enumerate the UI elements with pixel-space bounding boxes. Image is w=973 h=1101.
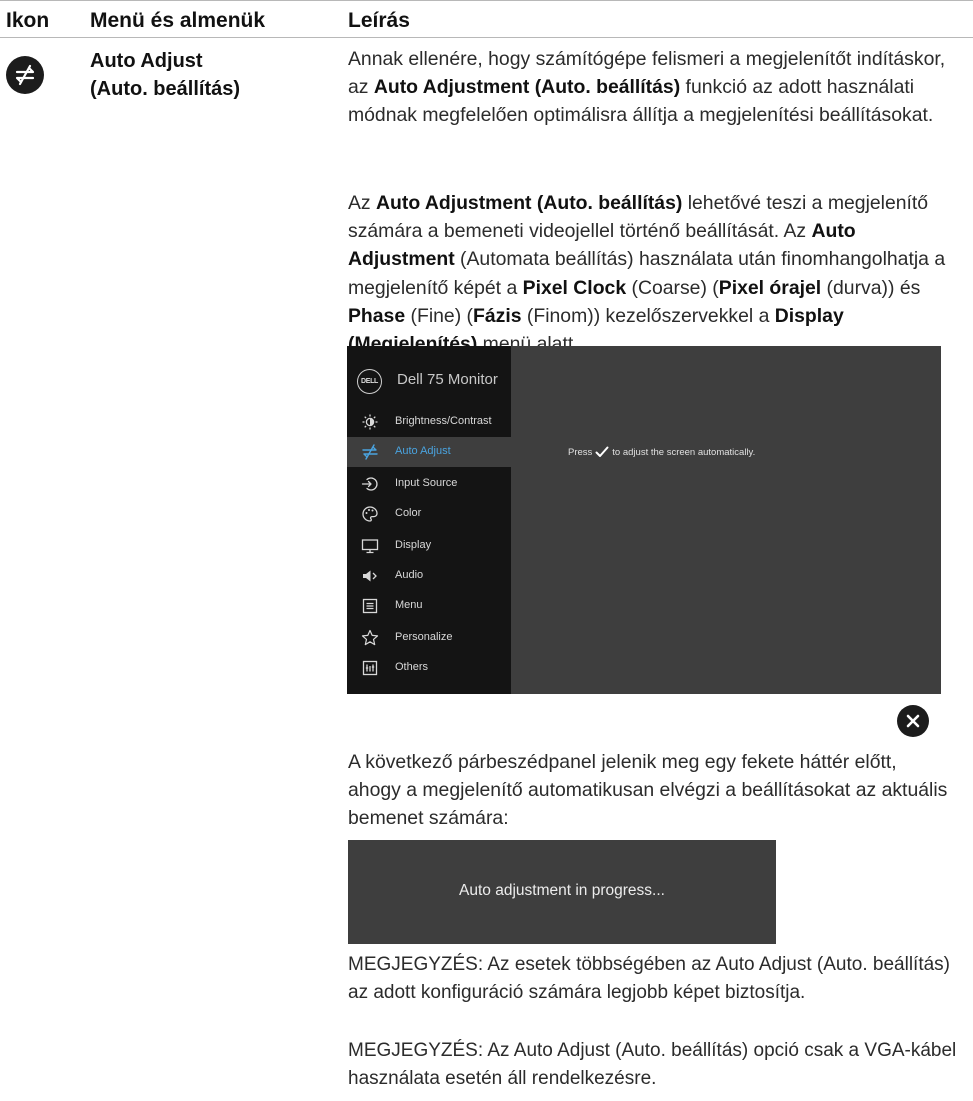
osd-item-auto-adjust[interactable]: Auto Adjust — [347, 437, 511, 467]
osd-item-label: Others — [395, 661, 429, 673]
osd-title: Dell 75 Monitor — [397, 371, 498, 388]
others-icon — [362, 660, 378, 676]
osd-item-color[interactable]: Color — [347, 499, 511, 529]
checkmark-icon — [595, 446, 609, 457]
auto-adjust-icon — [6, 56, 44, 94]
progress-dialog: Auto adjustment in progress... — [348, 840, 776, 944]
progress-message: Auto adjustment in progress... — [459, 882, 665, 899]
audio-icon — [363, 570, 377, 582]
description-paragraph-2: Az Auto Adjustment (Auto. beállítás) leh… — [348, 192, 946, 356]
osd-sidebar: DELL Dell 75 Monitor Brightness/Contrast — [347, 346, 511, 694]
dell-logo: DELL — [357, 369, 382, 394]
osd-menu-screenshot: DELL Dell 75 Monitor Brightness/Contrast — [347, 346, 941, 694]
menu-name: Auto Adjust (Auto. beállítás) — [90, 50, 241, 100]
star-icon — [361, 629, 379, 646]
osd-item-label: Display — [395, 539, 432, 551]
note-1: MEGJEGYZÉS: Az esetek többségében az Aut… — [348, 954, 950, 1004]
menu-icon — [362, 598, 378, 614]
osd-item-label: Input Source — [395, 477, 458, 489]
header-icon-col: Ikon — [6, 9, 50, 32]
color-palette-icon — [362, 506, 378, 522]
brightness-icon — [362, 414, 378, 430]
header-desc-col: Leírás — [348, 9, 410, 32]
description-paragraph-1: Annak ellenére, hogy számítógépe felisme… — [348, 48, 946, 127]
display-icon — [361, 539, 379, 554]
osd-item-label: Personalize — [395, 631, 453, 643]
note-2: MEGJEGYZÉS: Az Auto Adjust (Auto. beállí… — [348, 1040, 957, 1090]
osd-item-label: Auto Adjust — [395, 445, 451, 457]
osd-item-audio[interactable]: Audio — [347, 561, 511, 591]
top-rule — [0, 0, 973, 1]
osd-item-label: Brightness/Contrast — [395, 415, 492, 427]
close-icon — [897, 705, 929, 737]
osd-item-display[interactable]: Display — [347, 531, 511, 561]
auto-adjust-icon — [362, 444, 378, 460]
header-rule — [0, 37, 973, 38]
osd-item-menu[interactable]: Menu — [347, 591, 511, 621]
osd-item-others[interactable]: Others — [347, 653, 511, 683]
input-source-icon — [361, 477, 378, 491]
osd-message: Press to adjust the screen automatically. — [568, 446, 756, 458]
osd-item-label: Audio — [395, 569, 424, 581]
osd-item-label: Menu — [395, 599, 423, 611]
osd-item-brightness-contrast[interactable]: Brightness/Contrast — [347, 407, 511, 437]
header-menu-col: Menü és almenük — [90, 9, 266, 32]
osd-item-personalize[interactable]: Personalize — [347, 623, 511, 653]
description-paragraph-3: A következő párbeszédpanel jelenik meg e… — [348, 751, 948, 830]
osd-item-input-source[interactable]: Input Source — [347, 469, 511, 499]
osd-item-label: Color — [395, 507, 422, 519]
